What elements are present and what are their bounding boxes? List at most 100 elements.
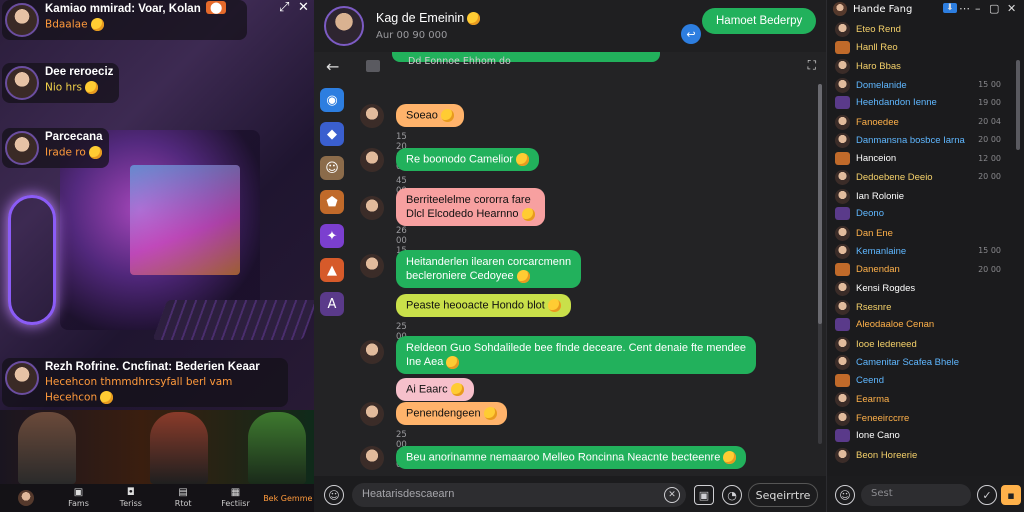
- member-item[interactable]: Dan Ene: [835, 225, 893, 241]
- download-icon[interactable]: ⬇: [943, 3, 957, 13]
- gif-icon[interactable]: ◔: [722, 485, 742, 505]
- member-time: 12 00: [978, 153, 1001, 163]
- character-3: [248, 412, 306, 484]
- globe-icon[interactable]: ◉: [320, 88, 344, 112]
- member-time: 15 00: [978, 79, 1001, 89]
- member-item[interactable]: Danmansna bosbce Iarna: [835, 133, 965, 148]
- avatar[interactable]: [360, 254, 384, 278]
- member-name: Danmansna bosbce Iarna: [856, 135, 965, 146]
- avatar: [835, 281, 850, 296]
- member-item[interactable]: Eteo Rend: [835, 22, 901, 37]
- clear-icon[interactable]: ✕: [664, 487, 680, 503]
- user-icon[interactable]: ☺: [320, 156, 344, 180]
- chat-subtitle: Aur 00 90 000: [376, 30, 448, 42]
- avatar[interactable]: [360, 196, 384, 220]
- message-bubble[interactable]: Soeao: [396, 104, 464, 127]
- message-list: Soeao 15 20 1 00 Re boonodo Camelior 45 …: [354, 78, 814, 474]
- message-bubble[interactable]: Heitanderlen ilearen corcarcmenn becleron…: [396, 250, 582, 288]
- emoji-picker-icon[interactable]: ☺: [835, 485, 855, 505]
- member-item[interactable]: Beon Horeerie: [835, 447, 918, 463]
- close-icon[interactable]: ✕: [1007, 2, 1016, 15]
- message-bubble[interactable]: Ai Eaarc: [396, 378, 474, 401]
- member-item[interactable]: Dedoebene Deeio: [835, 170, 933, 185]
- member-item[interactable]: Heehdandon Ienne: [835, 96, 937, 109]
- expand-icon[interactable]: ⤢: [279, 0, 289, 15]
- overlay-message[interactable]: Dee reroeciz Nio hrs: [2, 63, 120, 103]
- tab-fectiisr[interactable]: ▦ Fectiisr: [209, 488, 261, 509]
- gem-icon[interactable]: ◆: [320, 122, 344, 146]
- member-item[interactable]: Hanceion: [835, 151, 896, 165]
- overlay-message[interactable]: Rezh Rofrine. Cncfinat: Bederien Keaar H…: [2, 358, 288, 407]
- lock-icon: ◘: [126, 487, 135, 498]
- avatar[interactable]: [360, 340, 384, 364]
- member-item[interactable]: Iooe Iedeneed: [835, 336, 917, 352]
- message-input[interactable]: Heatarisdescaearn: [352, 483, 686, 507]
- member-item[interactable]: Kemanlaine: [835, 244, 906, 259]
- avatar[interactable]: [360, 104, 384, 128]
- member-item[interactable]: Rsesnre: [835, 299, 891, 315]
- send-button[interactable]: Seqeirrtre: [748, 483, 818, 507]
- close-icon[interactable]: ✕: [298, 0, 309, 15]
- message-bubble[interactable]: Peaste heooacte Hondo blot: [396, 294, 571, 317]
- member-name: Beon Horeerie: [856, 449, 918, 461]
- overlay-message[interactable]: Parcecana Irade ro: [2, 128, 109, 168]
- member-item[interactable]: Aleodaaloe Cenan: [835, 318, 934, 331]
- avatar[interactable]: [360, 148, 384, 172]
- minimize-icon[interactable]: –: [975, 2, 981, 15]
- member-item[interactable]: Ceend: [835, 373, 884, 387]
- tab-rtot[interactable]: ▤ Rtot: [157, 488, 209, 509]
- member-item[interactable]: Hanll Reo: [835, 40, 898, 54]
- attach-icon[interactable]: ▣: [694, 485, 714, 505]
- check-icon[interactable]: ✓: [977, 485, 997, 505]
- fire-icon[interactable]: ▲: [320, 258, 344, 282]
- message-composer: ☺ Heatarisdescaearn ✕ ▣ ◔ Seqeirrtre: [314, 476, 826, 512]
- message-bubble[interactable]: Hamoet Bederpy: [702, 8, 817, 34]
- tab-bek-gemme[interactable]: Bek Gemme: [262, 494, 314, 503]
- emoji-picker-icon[interactable]: ☺: [324, 485, 344, 505]
- scrollbar-thumb[interactable]: [1016, 60, 1020, 150]
- member-name: Deono: [856, 208, 884, 219]
- avatar[interactable]: [360, 446, 384, 470]
- avatar[interactable]: [360, 402, 384, 426]
- expand-icon[interactable]: ⛶: [808, 58, 816, 73]
- member-item[interactable]: Eearma: [835, 392, 889, 407]
- member-item[interactable]: Kensi Rogdes: [835, 281, 915, 296]
- member-search-input[interactable]: Sest: [861, 484, 971, 506]
- avatar: [5, 361, 39, 395]
- member-item[interactable]: Fanoedee: [835, 114, 899, 130]
- gift-icon[interactable]: ▪: [1001, 485, 1021, 505]
- message-bubble[interactable]: Reldeon Guo Sohdalilede bee flnde decear…: [396, 336, 757, 374]
- member-item[interactable]: Ian Rolonie: [835, 188, 904, 204]
- avatar[interactable]: [324, 6, 364, 46]
- crystal-icon[interactable]: ✦: [320, 224, 344, 248]
- message-bubble[interactable]: Penendengeen: [396, 402, 507, 425]
- member-name: Camenitar Scafea Bhele: [856, 357, 959, 368]
- member-item[interactable]: Ione Cano: [835, 429, 900, 442]
- avatar[interactable]: [833, 2, 847, 16]
- member-item[interactable]: Camenitar Scafea Bhele: [835, 355, 959, 370]
- message-bubble[interactable]: Berriteelelme cororra fare Dlcl Elcodedo …: [396, 188, 545, 226]
- message-bubble[interactable]: Beu anorinamne nemaaroo Melleo Roncinna …: [396, 446, 747, 469]
- tab-fams[interactable]: ▣ Fams: [52, 488, 104, 509]
- shield-icon[interactable]: ⬟: [320, 190, 344, 214]
- maximize-icon[interactable]: ▢: [989, 2, 999, 15]
- pin-icon[interactable]: [366, 60, 380, 72]
- scrollbar-thumb[interactable]: [818, 84, 822, 324]
- member-item[interactable]: Deono: [835, 207, 884, 220]
- tab-avatar[interactable]: [0, 490, 52, 506]
- badge-icon: [835, 373, 850, 387]
- avatar: [835, 355, 850, 370]
- more-icon[interactable]: ⋯: [959, 2, 970, 15]
- member-item[interactable]: Feneeirccrre: [835, 410, 909, 426]
- message-bubble[interactable]: Re boonodo Camelior: [396, 148, 540, 171]
- character-1: [18, 412, 76, 484]
- back-arrow-icon[interactable]: ←: [326, 57, 339, 76]
- tab-teriss[interactable]: ◘ Teriss: [105, 487, 157, 509]
- member-item[interactable]: Danendan: [835, 262, 900, 276]
- reply-icon[interactable]: ↩: [681, 24, 701, 44]
- member-name: Dedoebene Deeio: [856, 172, 933, 183]
- member-item[interactable]: Domelanide: [835, 77, 907, 93]
- emoji-icon: [440, 109, 454, 122]
- member-item[interactable]: Haro Bbas: [835, 59, 901, 74]
- letter-a-icon[interactable]: A: [320, 292, 344, 316]
